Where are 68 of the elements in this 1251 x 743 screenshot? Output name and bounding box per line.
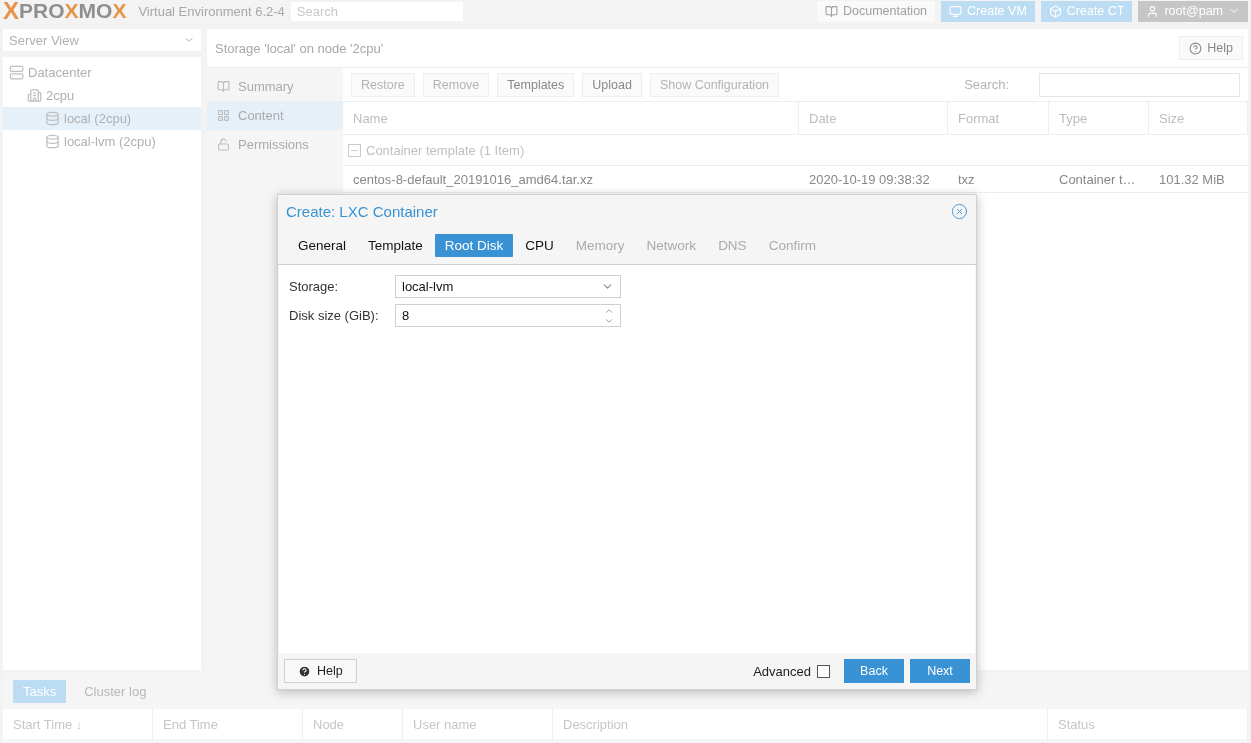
field-label: Storage: bbox=[289, 279, 340, 294]
database-icon bbox=[45, 134, 60, 149]
monitor-icon bbox=[949, 4, 963, 18]
close-icon[interactable] bbox=[951, 202, 968, 220]
header-button[interactable]: Create CT bbox=[1040, 0, 1133, 22]
collapse-icon[interactable] bbox=[348, 143, 361, 157]
database-icon bbox=[45, 111, 60, 126]
version-text: Virtual Environment 6.2-4 bbox=[138, 3, 285, 19]
number-field[interactable]: 8 bbox=[395, 304, 621, 327]
tab[interactable]: General bbox=[288, 234, 357, 257]
panel-title: Storage 'local' on node '2cpu' bbox=[215, 40, 384, 56]
toolbar-button[interactable]: Upload bbox=[582, 72, 642, 97]
group-header: Container template (1 Item) bbox=[366, 142, 525, 158]
column-header[interactable]: Status bbox=[1048, 709, 1248, 739]
column-header[interactable]: User name bbox=[403, 709, 553, 739]
nav-item[interactable]: Summary bbox=[207, 72, 343, 101]
help-button[interactable]: Help bbox=[284, 659, 357, 683]
search-label: Search: bbox=[964, 77, 1009, 92]
tree-item[interactable]: Datacenter bbox=[3, 61, 201, 84]
column-header[interactable]: Node bbox=[303, 709, 403, 739]
nav-item[interactable]: Permissions bbox=[207, 130, 343, 159]
checkbox-label: Advanced bbox=[753, 663, 811, 679]
column-header[interactable]: Name bbox=[343, 102, 799, 135]
dialog-button[interactable]: Back bbox=[844, 659, 904, 683]
tree-item[interactable]: 2cpu bbox=[3, 84, 201, 107]
tab[interactable]: Cluster log bbox=[74, 679, 157, 703]
table-cell: 2020-10-19 09:38:32 bbox=[799, 166, 948, 193]
tab[interactable]: CPU bbox=[515, 234, 564, 257]
building-icon bbox=[27, 88, 42, 103]
dialog-title: Create: LXC Container bbox=[286, 202, 438, 220]
column-header[interactable]: Description bbox=[553, 709, 1048, 739]
header-button[interactable]: root@pam bbox=[1138, 0, 1248, 22]
header-button[interactable]: Documentation bbox=[816, 0, 936, 22]
book-icon bbox=[824, 4, 838, 18]
select-field[interactable]: local-lvm bbox=[395, 275, 621, 298]
column-header[interactable]: End Time bbox=[153, 709, 303, 739]
field-label: Disk size (GiB): bbox=[289, 308, 380, 323]
user-icon bbox=[1146, 4, 1160, 18]
tree-item[interactable]: local (2cpu) bbox=[3, 107, 201, 130]
table-cell: txz bbox=[948, 166, 1049, 193]
checkbox[interactable] bbox=[817, 664, 830, 678]
help-icon bbox=[1189, 41, 1203, 55]
header-button[interactable]: Create VM bbox=[941, 0, 1035, 22]
nav-item[interactable]: Content bbox=[207, 101, 343, 130]
column-header[interactable]: Start Time ↓ bbox=[3, 709, 153, 739]
view-select[interactable]: Server View bbox=[3, 29, 201, 51]
cube-icon bbox=[1048, 4, 1062, 18]
table-cell: centos-8-default_20191016_amd64.tar.xz bbox=[343, 166, 799, 193]
server-icon bbox=[9, 65, 24, 80]
help-button[interactable]: Help bbox=[1179, 36, 1243, 60]
toolbar-button[interactable]: Templates bbox=[497, 72, 575, 97]
column-header[interactable]: Size bbox=[1149, 102, 1248, 135]
tab[interactable]: Root Disk bbox=[434, 234, 514, 257]
table-cell: 101.32 MiB bbox=[1149, 166, 1248, 193]
dialog-button[interactable]: Next bbox=[910, 659, 970, 683]
tab[interactable]: Tasks bbox=[13, 679, 67, 703]
help-icon bbox=[298, 664, 311, 678]
grid-icon bbox=[217, 109, 230, 122]
logo: XPROXMOX bbox=[3, 0, 127, 25]
search-field[interactable] bbox=[1039, 72, 1240, 97]
tab[interactable]: Template bbox=[358, 234, 433, 257]
column-header[interactable]: Type bbox=[1049, 102, 1149, 135]
column-header[interactable]: Date bbox=[799, 102, 948, 135]
book-icon bbox=[217, 80, 230, 93]
tree-item[interactable]: local-lvm (2cpu) bbox=[3, 130, 201, 153]
table-cell: Container t… bbox=[1049, 166, 1149, 193]
unlock-icon bbox=[217, 138, 230, 151]
column-header[interactable]: Format bbox=[948, 102, 1049, 135]
